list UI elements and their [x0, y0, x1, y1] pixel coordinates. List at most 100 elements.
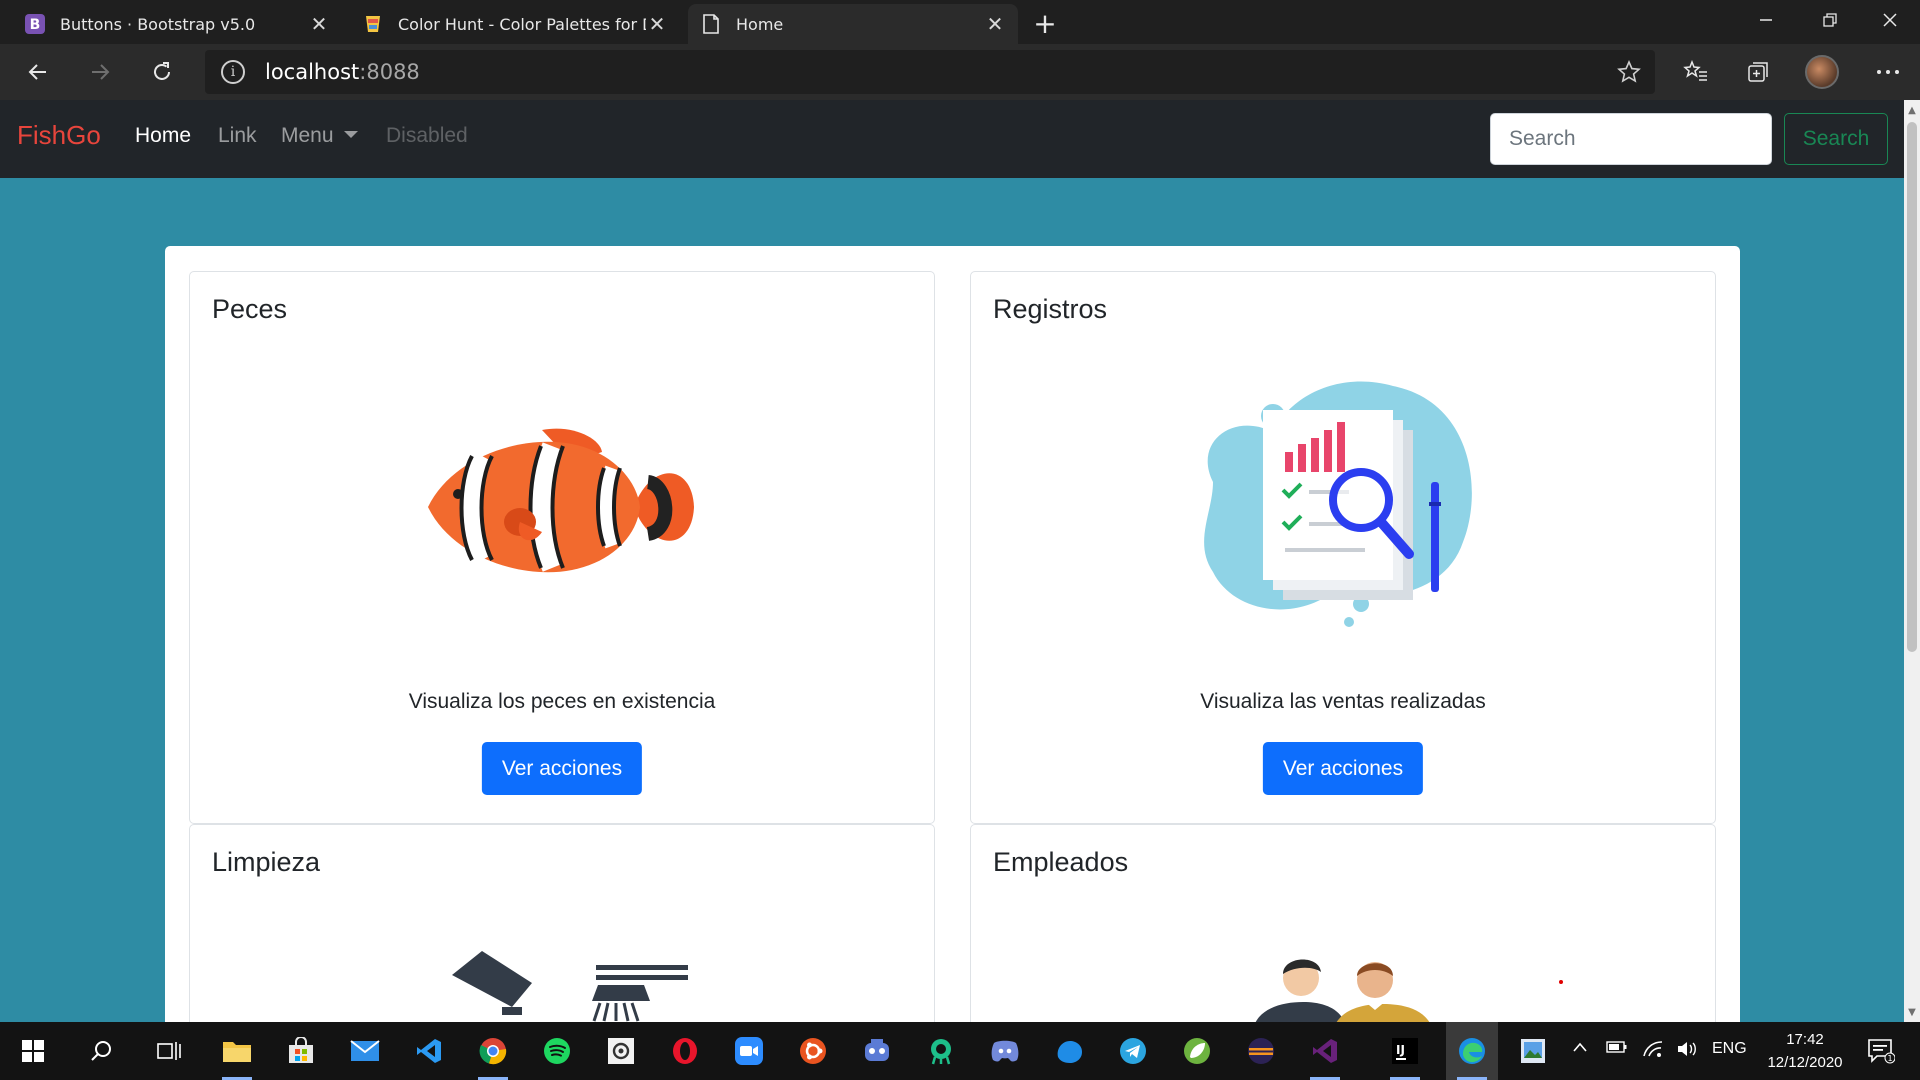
spotify-icon[interactable] [538, 1032, 576, 1070]
card-empleados: Empleados [970, 824, 1716, 1022]
bootstrap-icon: B [24, 13, 46, 35]
clownfish-image [422, 422, 702, 596]
card-title: Registros [993, 294, 1108, 324]
nav-link-disabled: Disabled [386, 124, 468, 147]
store-icon[interactable] [282, 1032, 320, 1070]
address-toolbar: i localhost:8088 [0, 44, 1920, 100]
svg-text:IJ: IJ [1396, 1043, 1405, 1057]
scrollbar-thumb[interactable] [1907, 122, 1917, 652]
favorites-icon[interactable] [1678, 54, 1714, 90]
cursor-dot [1559, 980, 1563, 984]
nav-menu-label: Menu [281, 124, 334, 147]
tab-bootstrap-buttons[interactable]: B Buttons · Bootstrap v5.0 ✕ [12, 4, 342, 44]
card-text: Visualiza los peces en existencia [408, 690, 716, 713]
chevron-down-icon [343, 130, 358, 138]
tab-title: Buttons · Bootstrap v5.0 [60, 14, 256, 34]
color-hunt-icon [362, 13, 384, 35]
nav-link-link[interactable]: Link [218, 124, 257, 148]
card-title: Empleados [993, 847, 1129, 877]
page-icon [700, 13, 722, 35]
mail-icon[interactable] [346, 1032, 384, 1070]
nav-link-home[interactable]: Home [135, 124, 191, 148]
employees-image [1243, 950, 1443, 1022]
ubuntu-icon[interactable] [794, 1032, 832, 1070]
ver-acciones-button[interactable]: Ver acciones [1262, 742, 1424, 795]
card-text: Visualiza las ventas realizadas [1200, 690, 1486, 713]
minimize-button[interactable] [1736, 0, 1796, 40]
tab-home[interactable]: Home ✕ [688, 4, 1018, 44]
search-icon[interactable] [82, 1032, 120, 1070]
paint-icon[interactable] [1514, 1032, 1552, 1070]
url-host: localhost [265, 60, 360, 84]
card-title: Peces [212, 294, 288, 324]
forward-button[interactable] [80, 52, 120, 92]
eclipse-icon[interactable] [1242, 1032, 1280, 1070]
tab-title: Color Hunt - Color Palettes for D [398, 14, 646, 34]
reload-button[interactable] [142, 52, 182, 92]
profile-avatar[interactable] [1804, 54, 1840, 90]
telegram-icon[interactable] [1114, 1032, 1152, 1070]
opera-icon[interactable] [666, 1032, 704, 1070]
chevron-up-icon[interactable] [1572, 1040, 1588, 1059]
battery-icon[interactable] [1606, 1040, 1628, 1059]
search-button[interactable]: Search [1784, 113, 1888, 165]
windows-taskbar: IJ ENG 17:42 12/12/2020 1 [0, 1022, 1920, 1080]
close-icon[interactable]: ✕ [308, 12, 330, 36]
wifi-icon[interactable] [1642, 1040, 1664, 1063]
scroll-down-icon[interactable]: ▼ [1904, 1004, 1920, 1020]
close-icon[interactable]: ✕ [984, 12, 1006, 36]
url-port: :8088 [359, 60, 420, 84]
tab-color-hunt[interactable]: Color Hunt - Color Palettes for D ✕ [350, 4, 680, 44]
close-window-button[interactable] [1860, 0, 1920, 40]
clock-date: 12/12/2020 [1767, 1054, 1843, 1071]
cards-container: Peces Visualiza los peces en existencia … [165, 246, 1740, 1022]
language-indicator[interactable]: ENG [1712, 1040, 1747, 1058]
photos-icon[interactable] [1050, 1032, 1088, 1070]
card-peces: Peces Visualiza los peces en existencia … [189, 271, 935, 824]
close-icon[interactable]: ✕ [646, 12, 668, 36]
back-button[interactable] [18, 52, 58, 92]
notification-icon[interactable]: 1 [1862, 1032, 1900, 1070]
visual-studio-icon[interactable] [1306, 1032, 1344, 1080]
collections-icon[interactable] [1740, 54, 1776, 90]
card-registros: Registros Visualiza las ventas realizada… [970, 271, 1716, 824]
discord-icon[interactable] [986, 1032, 1024, 1070]
more-icon[interactable] [1870, 54, 1906, 90]
cleaning-image [432, 945, 692, 1022]
gamepad-icon[interactable] [858, 1032, 896, 1070]
report-magnifier-image [1173, 372, 1513, 646]
vscode-icon[interactable] [410, 1032, 448, 1070]
browser-tab-bar: B Buttons · Bootstrap v5.0 ✕ Color Hunt … [0, 0, 1920, 44]
volume-icon[interactable] [1676, 1040, 1698, 1063]
card-title: Limpieza [212, 847, 321, 877]
site-info-icon[interactable]: i [221, 60, 245, 84]
nav-dropdown-menu[interactable]: Menu [281, 124, 358, 148]
intellij-icon[interactable]: IJ [1386, 1032, 1424, 1080]
svg-text:B: B [30, 17, 41, 33]
gitkraken-icon[interactable] [922, 1032, 960, 1070]
tab-title: Home [736, 14, 784, 34]
chrome-icon[interactable] [474, 1032, 512, 1080]
new-tab-button[interactable]: + [1030, 7, 1060, 40]
windows-start-icon[interactable] [14, 1032, 52, 1070]
clock-time: 17:42 [1786, 1031, 1824, 1048]
site-navbar: FishGo Home Link Menu Disabled Search [0, 100, 1904, 178]
card-limpieza: Limpieza [189, 824, 935, 1022]
spring-icon[interactable] [1178, 1032, 1216, 1070]
ver-acciones-button[interactable]: Ver acciones [481, 742, 643, 795]
url-bar[interactable]: i localhost:8088 [205, 50, 1655, 94]
app-settings-icon[interactable] [602, 1032, 640, 1070]
edge-icon[interactable] [1453, 1032, 1491, 1080]
page-viewport: FishGo Home Link Menu Disabled Search Pe… [0, 100, 1904, 1022]
task-view-icon[interactable] [150, 1032, 188, 1070]
notification-count: 1 [1887, 1054, 1892, 1063]
star-icon[interactable] [1617, 60, 1641, 88]
scroll-up-icon[interactable]: ▲ [1904, 102, 1920, 118]
search-input[interactable] [1490, 113, 1772, 165]
file-explorer-icon[interactable] [218, 1032, 256, 1080]
navbar-brand[interactable]: FishGo [17, 120, 101, 151]
zoom-icon[interactable] [730, 1032, 768, 1070]
restore-button[interactable] [1800, 0, 1860, 40]
system-clock[interactable]: 17:42 12/12/2020 [1755, 1028, 1855, 1074]
page-scrollbar[interactable]: ▲ ▼ [1904, 100, 1920, 1022]
